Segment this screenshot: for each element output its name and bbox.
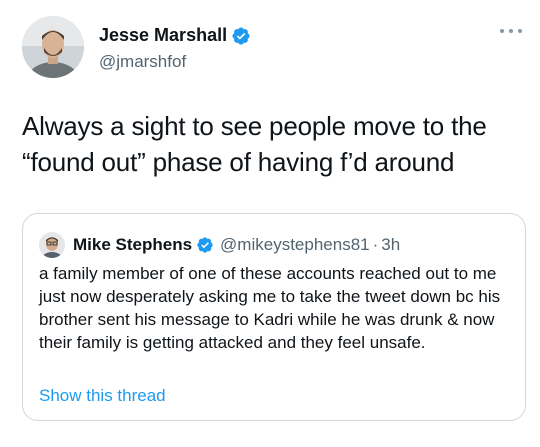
more-horizontal-icon[interactable] [500,26,522,36]
separator-dot: · [372,235,379,254]
quoted-author-handle: @mikeystephens81 [220,235,370,254]
show-thread-link[interactable]: Show this thread [39,386,166,406]
quoted-tweet-text: a family member of one of these accounts… [39,264,501,352]
tweet-header: Jesse Marshall @jmarshfof [22,16,522,80]
tweet-text-line: Always a sight to see people move to the [22,111,487,141]
quoted-author-name: Mike Stephens [73,235,193,254]
verified-badge-icon [196,236,214,254]
quoted-tweet[interactable]: Mike Stephens @mikeystephens81 · 3h a fa… [22,213,526,421]
avatar[interactable] [22,16,84,78]
author-handle[interactable]: @jmarshfof [99,52,186,72]
quoted-tweet-header: Mike Stephens @mikeystephens81 · 3h [39,232,400,258]
tweet-text: Always a sight to see people move to the… [22,108,527,180]
author-name[interactable]: Jesse Marshall [99,25,227,46]
quoted-timestamp[interactable]: 3h [381,235,400,255]
quoted-avatar [39,232,65,258]
tweet-text-line: “found out” phase of having f’d around [22,147,455,177]
verified-badge-icon [231,26,251,46]
